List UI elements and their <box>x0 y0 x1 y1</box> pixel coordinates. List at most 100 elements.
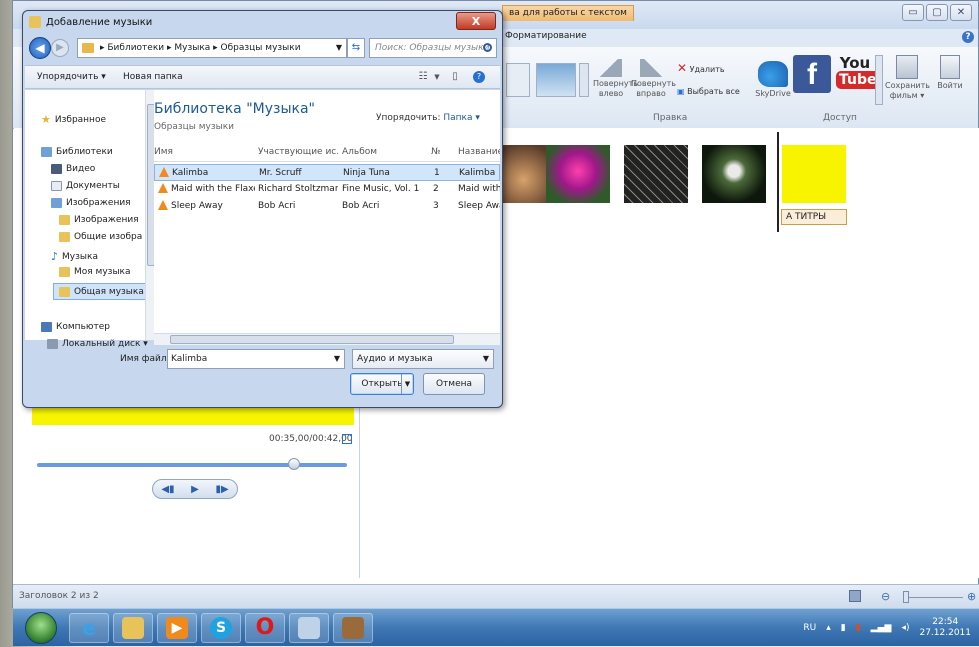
nav-computer[interactable]: Компьютер <box>41 322 110 332</box>
fullscreen-icon[interactable] <box>342 434 352 444</box>
clip-thumbnail[interactable] <box>702 145 766 203</box>
search-input[interactable]: Поиск: Образцы музыки <box>369 38 497 58</box>
rotate-left-button[interactable]: Повернуть влево <box>593 59 638 99</box>
share-gallery-scroll[interactable] <box>875 55 883 105</box>
nav-video[interactable]: Видео <box>51 164 95 174</box>
play-button[interactable]: ▶ <box>191 484 199 495</box>
chevron-down-icon[interactable]: ▼ <box>483 350 489 368</box>
table-row[interactable]: Maid with the Flaxe... Richard Stoltzman… <box>154 181 500 198</box>
network-icon[interactable]: ▮ <box>841 623 846 633</box>
delete-button[interactable]: ✕ Удалить <box>677 62 725 75</box>
language-indicator[interactable]: RU <box>803 623 816 633</box>
refresh-button[interactable]: ⇆ <box>347 38 365 58</box>
col-number[interactable]: № <box>431 147 440 157</box>
effect-thumb[interactable] <box>536 63 576 97</box>
nav-images-sub[interactable]: Изображения <box>59 215 139 225</box>
skydrive-button[interactable]: SkyDrive <box>753 61 793 99</box>
arrange-dropdown[interactable]: Папка ▾ <box>443 113 480 123</box>
thumbnail-size-icon[interactable] <box>849 590 861 602</box>
clock[interactable]: 22:54 27.12.2011 <box>919 617 971 639</box>
forward-button[interactable]: ▶ <box>51 39 69 57</box>
prev-frame-button[interactable]: ◀▮ <box>161 484 174 495</box>
youtube-button[interactable]: You Tube <box>836 55 880 95</box>
nav-public-music[interactable]: Общая музыка <box>53 283 147 300</box>
view-options-icon[interactable]: ☷ <box>417 71 429 83</box>
filename-input[interactable]: Kalimba ▼ <box>167 349 345 369</box>
nav-images[interactable]: Изображения <box>51 198 131 208</box>
search-icon[interactable] <box>483 43 492 52</box>
horizontal-scroll-thumb[interactable] <box>170 335 454 344</box>
taskbar-opera[interactable]: O <box>245 613 285 643</box>
clip-thumbnail[interactable] <box>546 145 610 203</box>
dialog-title: Добавление музыки <box>46 16 153 28</box>
horizontal-scrollbar[interactable] <box>154 333 500 345</box>
tab-format[interactable]: Форматирование <box>505 31 587 41</box>
preview-pane-icon[interactable]: ▯ <box>449 71 461 83</box>
folder-icon <box>59 286 70 297</box>
taskbar-explorer[interactable] <box>113 613 153 643</box>
open-dropdown-icon[interactable]: ▼ <box>401 374 413 394</box>
close-button[interactable]: ✕ <box>950 4 972 21</box>
zoom-in-icon[interactable]: ⊕ <box>967 590 976 603</box>
tray-arrow-icon[interactable]: ▴ <box>826 623 831 633</box>
chevron-down-icon[interactable]: ▼ <box>336 39 342 57</box>
chevron-down-icon[interactable]: ▼ <box>431 71 443 83</box>
address-bar[interactable]: ▸ Библиотеки ▸ Музыка ▸ Образцы музыки ▼ <box>77 38 347 58</box>
volume-icon[interactable]: ◂) <box>901 623 909 633</box>
clip-thumbnail[interactable] <box>624 145 688 203</box>
rotate-right-button[interactable]: Повернуть вправо <box>631 59 676 99</box>
nav-documents[interactable]: Документы <box>51 181 120 191</box>
minimize-button[interactable]: ▭ <box>902 4 924 21</box>
facebook-button[interactable]: f <box>793 55 831 93</box>
zoom-track[interactable] <box>903 597 963 598</box>
gallery-scroll[interactable] <box>579 63 589 97</box>
playhead[interactable] <box>777 132 779 232</box>
organize-button[interactable]: Упорядочить ▾ <box>37 72 106 82</box>
help-icon[interactable]: ? <box>473 71 485 83</box>
effect-thumb[interactable] <box>506 63 530 97</box>
col-artist[interactable]: Участвующие ис... <box>258 147 338 157</box>
signal-icon[interactable]: ▂▄▆ <box>871 623 892 633</box>
help-icon[interactable]: ? <box>962 31 974 43</box>
taskbar-app[interactable] <box>289 613 329 643</box>
nav-local-disk[interactable]: Локальный диск ▾ <box>47 339 148 349</box>
nav-my-music[interactable]: Моя музыка <box>59 267 131 277</box>
zoom-out-icon[interactable]: ⊖ <box>881 590 890 603</box>
dialog-app-icon <box>29 16 41 28</box>
col-name[interactable]: Имя <box>154 147 173 157</box>
col-album[interactable]: Альбом <box>342 147 377 157</box>
sign-in-button[interactable]: Войти <box>933 55 967 91</box>
nav-public-images[interactable]: Общие изобра <box>59 232 142 242</box>
seek-bar[interactable] <box>37 463 347 467</box>
zoom-thumb[interactable] <box>903 591 909 603</box>
open-button[interactable]: Открыть ▼ <box>350 373 414 395</box>
folder-icon <box>59 267 70 277</box>
back-button[interactable]: ◀ <box>29 37 51 59</box>
table-row[interactable]: Sleep Away Bob Acri Bob Acri 3 Sleep Awa <box>154 198 500 215</box>
nav-favorites[interactable]: ★ Избранное <box>41 113 106 126</box>
nav-music[interactable]: ♪ Музыка <box>51 250 98 263</box>
filetype-select[interactable]: Аудио и музыка ▼ <box>352 349 494 369</box>
taskbar-skype[interactable]: S <box>201 613 241 643</box>
taskbar-ie[interactable]: e <box>69 613 109 643</box>
context-tab[interactable]: ва для работы с текстом <box>502 5 634 21</box>
cancel-button[interactable]: Отмена <box>423 373 485 395</box>
table-row[interactable]: Kalimba Mr. Scruff Ninja Tuna 1 Kalimba <box>154 164 500 181</box>
chevron-down-icon[interactable]: ▼ <box>334 350 340 368</box>
nav-libraries[interactable]: Библиотеки <box>41 147 113 157</box>
taskbar-media-player[interactable]: ▶ <box>157 613 197 643</box>
title-caption-tag[interactable]: А ТИТРЫ <box>781 209 847 225</box>
maximize-button[interactable]: ▢ <box>926 4 948 21</box>
cell-album: Ninja Tuna <box>343 168 390 178</box>
seek-thumb[interactable] <box>288 458 300 470</box>
select-all-button[interactable]: ▣ Выбрать все <box>677 87 740 97</box>
taskbar-movie-maker[interactable] <box>333 613 373 643</box>
save-movie-button[interactable]: Сохранить фильм ▾ <box>885 55 930 101</box>
start-button[interactable] <box>25 612 57 644</box>
title-clip[interactable] <box>782 145 846 203</box>
dialog-close-button[interactable]: X <box>456 12 496 30</box>
col-title[interactable]: Название <box>458 147 500 157</box>
new-folder-button[interactable]: Новая папка <box>123 72 183 82</box>
next-frame-button[interactable]: ▮▶ <box>215 484 228 495</box>
flag-icon[interactable]: ▮ <box>856 623 861 633</box>
